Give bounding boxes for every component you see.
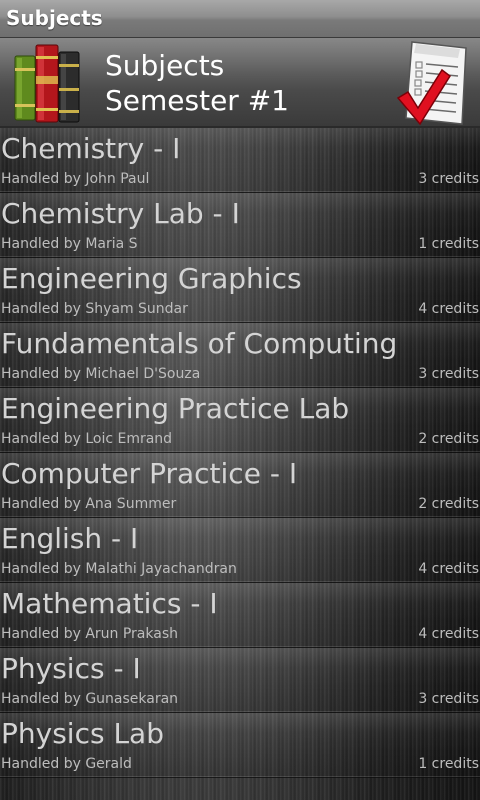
subject-list: Chemistry - I Handled by John Paul 3 cre… [0,128,480,778]
header-title: Subjects [105,49,225,82]
subject-name: Chemistry - I [1,132,181,165]
subject-row[interactable]: Computer Practice - I Handled by Ana Sum… [0,453,480,518]
subject-name: Engineering Practice Lab [1,392,350,425]
screen: Subjects Subjects Semester #1 Chemistry … [0,0,480,800]
subject-name: Physics Lab [1,717,164,750]
subject-teacher: Handled by Michael D'Souza [1,366,201,382]
subject-teacher: Handled by Shyam Sundar [1,301,188,317]
title-bar: Subjects [0,0,480,38]
subject-credits: 4 credits [418,301,479,317]
subject-row[interactable]: Chemistry Lab - I Handled by Maria S 1 c… [0,193,480,258]
subject-teacher: Handled by Loic Emrand [1,431,173,447]
subject-row[interactable]: Fundamentals of Computing Handled by Mic… [0,323,480,388]
subject-credits: 3 credits [418,171,479,187]
subject-row[interactable]: Chemistry - I Handled by John Paul 3 cre… [0,128,480,193]
books-icon [14,44,80,123]
subject-row[interactable]: Engineering Graphics Handled by Shyam Su… [0,258,480,323]
window-title: Subjects [6,6,103,30]
subject-credits: 1 credits [418,756,479,772]
subject-credits: 2 credits [418,496,479,512]
subject-row[interactable]: Mathematics - I Handled by Arun Prakash … [0,583,480,648]
subject-name: Computer Practice - I [1,457,298,490]
subject-name: Mathematics - I [1,587,218,620]
subject-credits: 1 credits [418,236,479,252]
subject-teacher: Handled by John Paul [1,171,150,187]
header: Subjects Semester #1 [0,38,480,128]
subject-teacher: Handled by Ana Summer [1,496,177,512]
checklist-icon [396,41,467,126]
subject-credits: 2 credits [418,431,479,447]
subject-credits: 4 credits [418,561,479,577]
subject-credits: 4 credits [418,626,479,642]
subject-name: Physics - I [1,652,141,685]
subject-row[interactable]: Engineering Practice Lab Handled by Loic… [0,388,480,453]
header-subtitle: Semester #1 [105,84,289,117]
subject-name: English - I [1,522,139,555]
subject-teacher: Handled by Maria S [1,236,138,252]
subject-credits: 3 credits [418,366,479,382]
subject-credits: 3 credits [418,691,479,707]
subject-row[interactable]: Physics - I Handled by Gunasekaran 3 cre… [0,648,480,713]
subject-teacher: Handled by Malathi Jayachandran [1,561,237,577]
subject-name: Fundamentals of Computing [1,327,398,360]
subject-row[interactable]: English - I Handled by Malathi Jayachand… [0,518,480,583]
subject-teacher: Handled by Gunasekaran [1,691,179,707]
subject-teacher: Handled by Gerald [1,756,132,772]
subject-name: Engineering Graphics [1,262,302,295]
subject-row[interactable]: Physics Lab Handled by Gerald 1 credits [0,713,480,778]
subject-teacher: Handled by Arun Prakash [1,626,178,642]
subject-name: Chemistry Lab - I [1,197,240,230]
